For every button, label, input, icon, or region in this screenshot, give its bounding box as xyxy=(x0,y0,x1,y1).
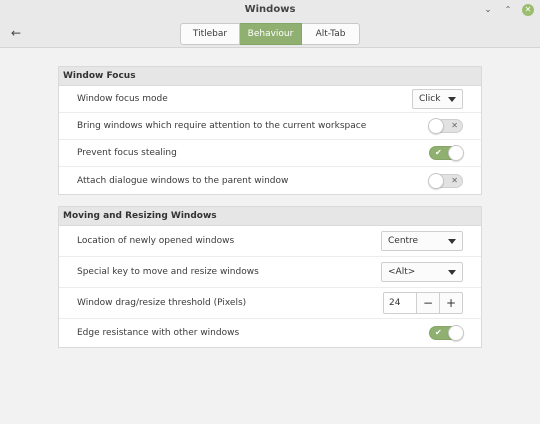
header-bar: ← Titlebar Behaviour Alt-Tab xyxy=(0,20,540,48)
toggle-knob xyxy=(448,325,464,341)
section-moving-resizing: Moving and Resizing Windows Location of … xyxy=(58,206,482,348)
list-item: Special key to move and resize windows <… xyxy=(59,257,481,288)
tab-behaviour[interactable]: Behaviour xyxy=(240,23,302,45)
cross-icon: ✕ xyxy=(451,121,458,130)
toggle-knob xyxy=(448,145,464,161)
toggle-knob xyxy=(428,172,444,189)
back-arrow-icon[interactable]: ← xyxy=(8,25,24,41)
prevent-focus-stealing-toggle[interactable]: ✔ xyxy=(429,145,464,161)
row-label: Bring windows which require attention to… xyxy=(77,121,367,131)
list-item: Window drag/resize threshold (Pixels) 24… xyxy=(59,288,481,319)
list-item: Window focus mode Click xyxy=(59,86,481,113)
minimize-icon[interactable]: ⌄ xyxy=(482,4,494,16)
section-title: Window Focus xyxy=(58,66,482,86)
maximize-icon[interactable]: ⌃ xyxy=(502,4,514,16)
settings-list: Window focus mode Click Bring windows wh… xyxy=(58,86,482,195)
threshold-spinbutton: 24 − + xyxy=(383,292,463,314)
toggle-knob xyxy=(428,118,444,134)
row-label: Window focus mode xyxy=(77,94,168,104)
list-item: Edge resistance with other windows ✔ xyxy=(59,319,481,347)
dropdown-value: Click xyxy=(419,94,441,104)
list-item: Bring windows which require attention to… xyxy=(59,113,481,140)
window-titlebar: Windows ⌄ ⌃ ✕ xyxy=(0,0,540,20)
row-label: Location of newly opened windows xyxy=(77,236,235,246)
list-item: Attach dialogue windows to the parent wi… xyxy=(59,167,481,194)
row-label: Attach dialogue windows to the parent wi… xyxy=(77,175,289,186)
check-icon: ✔ xyxy=(435,328,442,337)
attach-dialogue-toggle[interactable]: ✕ xyxy=(428,172,463,189)
increment-button[interactable]: + xyxy=(440,292,463,314)
row-label: Special key to move and resize windows xyxy=(77,267,259,277)
tab-alt-tab[interactable]: Alt-Tab xyxy=(302,23,360,45)
dropdown-value: <Alt> xyxy=(388,267,416,277)
row-label: Window drag/resize threshold (Pixels) xyxy=(77,298,247,308)
close-icon[interactable]: ✕ xyxy=(522,4,534,16)
decrement-button[interactable]: − xyxy=(417,292,440,314)
dropdown-value: Centre xyxy=(388,236,419,246)
section-title: Moving and Resizing Windows xyxy=(58,206,482,226)
caret-down-icon xyxy=(448,97,456,102)
edge-resistance-toggle[interactable]: ✔ xyxy=(429,325,464,341)
caret-down-icon xyxy=(448,239,456,244)
attention-workspace-toggle[interactable]: ✕ xyxy=(428,118,463,134)
tab-switcher: Titlebar Behaviour Alt-Tab xyxy=(180,23,360,45)
list-item: Location of newly opened windows Centre xyxy=(59,226,481,257)
list-item: Prevent focus stealing ✔ xyxy=(59,140,481,167)
cross-icon: ✕ xyxy=(451,175,458,185)
tab-titlebar[interactable]: Titlebar xyxy=(180,23,240,45)
section-window-focus: Window Focus Window focus mode Click Bri… xyxy=(58,66,482,195)
row-label: Edge resistance with other windows xyxy=(77,328,240,338)
caret-down-icon xyxy=(448,270,456,275)
threshold-input[interactable]: 24 xyxy=(383,292,417,314)
row-label: Prevent focus stealing xyxy=(77,148,177,158)
window-title: Windows xyxy=(244,4,296,15)
settings-list: Location of newly opened windows Centre … xyxy=(58,226,482,348)
focus-mode-dropdown[interactable]: Click xyxy=(412,89,463,109)
window-location-dropdown[interactable]: Centre xyxy=(381,231,463,251)
special-key-dropdown[interactable]: <Alt> xyxy=(381,262,463,282)
check-icon: ✔ xyxy=(435,148,442,157)
